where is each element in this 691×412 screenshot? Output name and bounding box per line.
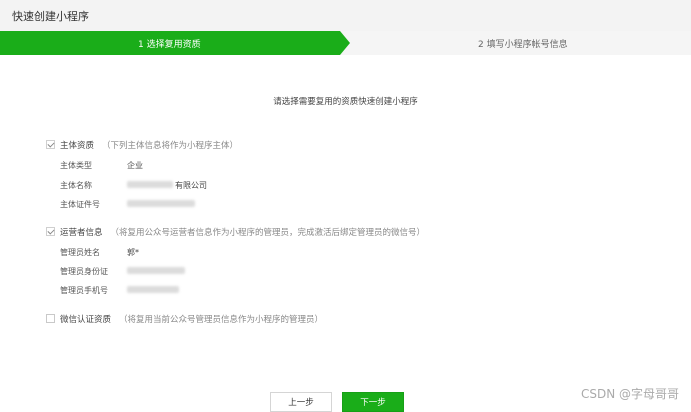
wechat-cert-section-title: 微信认证资质 （将复用当前公众号管理员信息作为小程序的管理员） xyxy=(60,313,323,325)
operator-label: 运营者信息 xyxy=(60,228,103,238)
entity-name-label: 主体名称 xyxy=(60,181,92,190)
next-step-button[interactable]: 下一步 xyxy=(342,392,404,412)
admin-name-value: 郭* xyxy=(127,248,139,257)
entity-type-value: 企业 xyxy=(127,161,143,170)
dialog-titlebar: 快速创建小程序 xyxy=(0,0,691,32)
watermark: CSDN @字母哥哥 xyxy=(580,387,679,401)
admin-id-label: 管理员身份证 xyxy=(60,267,108,276)
intro-text: 请选择需要复用的资质快速创建小程序 xyxy=(273,97,418,107)
redacted-admin-phone xyxy=(127,286,179,293)
operator-section-title: 运营者信息 （将复用公众号运营者信息作为小程序的管理员，完成激活后绑定管理员的微信… xyxy=(60,226,425,238)
entity-checkbox[interactable] xyxy=(46,140,55,149)
step-1-label: 1 选择复用资质 xyxy=(138,40,201,50)
entity-id-label: 主体证件号 xyxy=(60,200,100,209)
entity-name-value: 有限公司 xyxy=(175,181,207,190)
operator-note: （将复用公众号运营者信息作为小程序的管理员，完成激活后绑定管理员的微信号） xyxy=(110,228,426,238)
admin-name-label: 管理员姓名 xyxy=(60,248,100,257)
entity-note: （下列主体信息将作为小程序主体） xyxy=(102,141,239,151)
entity-section-title: 主体资质 （下列主体信息将作为小程序主体） xyxy=(60,139,238,151)
redacted-entity-id xyxy=(127,200,195,207)
wechat-cert-note: （将复用当前公众号管理员信息作为小程序的管理员） xyxy=(119,315,324,325)
prev-step-button[interactable]: 上一步 xyxy=(270,392,332,412)
wechat-cert-label: 微信认证资质 xyxy=(60,315,112,325)
operator-checkbox[interactable] xyxy=(46,227,55,236)
entity-label: 主体资质 xyxy=(60,141,95,151)
step-2-label: 2 填写小程序帐号信息 xyxy=(478,40,568,50)
redacted-admin-id xyxy=(127,267,185,274)
dialog-title: 快速创建小程序 xyxy=(12,10,89,23)
step-indicator: 1 选择复用资质 2 填写小程序帐号信息 xyxy=(0,31,691,55)
step-1-active: 1 选择复用资质 xyxy=(0,31,350,55)
admin-phone-label: 管理员手机号 xyxy=(60,286,108,295)
redacted-entity-name xyxy=(127,181,173,188)
wechat-cert-checkbox[interactable] xyxy=(46,314,55,323)
entity-type-label: 主体类型 xyxy=(60,161,92,170)
